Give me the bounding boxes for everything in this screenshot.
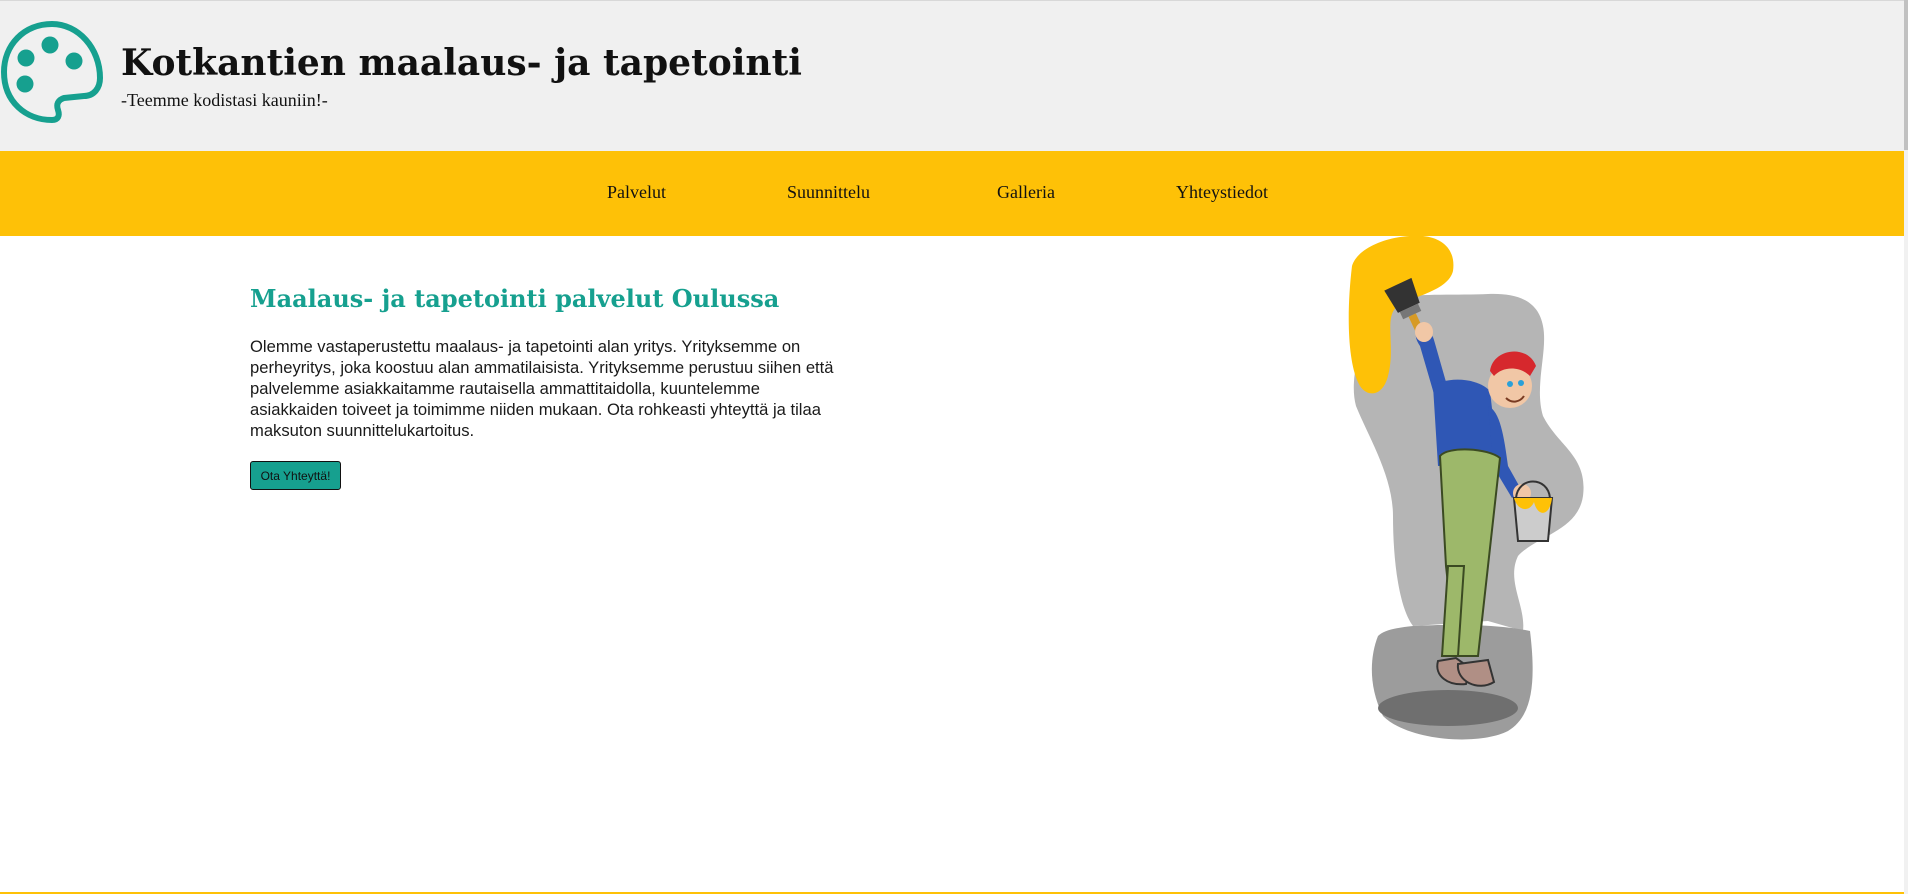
main-nav: Palvelut Suunnittelu Galleria Yhteystied… <box>0 151 1904 236</box>
palette-icon[interactable] <box>0 20 104 124</box>
page: Kotkantien maalaus- ja tapetointi -Teemm… <box>0 0 1908 894</box>
contact-button[interactable]: Ota Yhteyttä! <box>250 461 341 490</box>
nav-item-yhteystiedot[interactable]: Yhteystiedot <box>1176 181 1268 203</box>
site-title: Kotkantien maalaus- ja tapetointi <box>121 42 802 84</box>
site-tagline: -Teemme kodistasi kauniin!- <box>121 90 328 110</box>
nav-item-palvelut[interactable]: Palvelut <box>607 181 666 203</box>
main-heading: Maalaus- ja tapetointi palvelut Oulussa <box>250 284 780 313</box>
nav-item-suunnittelu[interactable]: Suunnittelu <box>787 181 870 203</box>
intro-text: Olemme vastaperustettu maalaus- ja tapet… <box>250 337 834 440</box>
site-header: Kotkantien maalaus- ja tapetointi -Teemm… <box>0 0 1904 151</box>
scrollbar-thumb[interactable] <box>1904 0 1908 150</box>
nav-item-galleria[interactable]: Galleria <box>997 181 1055 203</box>
painter-illustration <box>1348 236 1584 740</box>
scrollbar[interactable] <box>1904 0 1908 894</box>
